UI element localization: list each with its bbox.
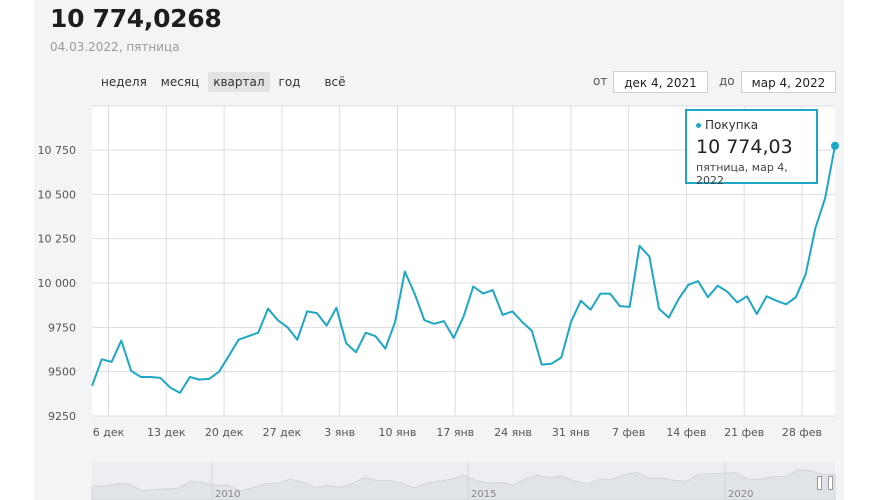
y-tick-label: 9250 bbox=[48, 410, 76, 423]
navigator-year-label: 2015 bbox=[471, 489, 496, 500]
x-tick-label: 28 фев bbox=[782, 426, 822, 439]
y-tick-label: 10 750 bbox=[38, 144, 77, 157]
y-tick-label: 9750 bbox=[48, 321, 76, 334]
x-tick-label: 10 янв bbox=[379, 426, 417, 439]
tooltip-value: 10 774,03 bbox=[696, 136, 793, 158]
y-tick-label: 9500 bbox=[48, 366, 76, 379]
series-last-point bbox=[831, 141, 839, 150]
x-tick-label: 14 фев bbox=[666, 426, 706, 439]
navigator-handle-left[interactable] bbox=[817, 476, 822, 490]
tooltip-date: пятница, мар 4, 2022 bbox=[696, 161, 788, 187]
x-tick-label: 17 янв bbox=[436, 426, 474, 439]
y-tick-label: 10 000 bbox=[38, 277, 77, 290]
tooltip: Покупка 10 774,03 пятница, мар 4, 2022 bbox=[685, 109, 818, 187]
navigator-handle-right[interactable] bbox=[828, 476, 833, 490]
x-tick-label: 31 янв bbox=[552, 426, 590, 439]
x-tick-label: 7 фев bbox=[612, 426, 645, 439]
x-tick-label: 24 янв bbox=[494, 426, 532, 439]
x-tick-label: 20 дек bbox=[205, 426, 244, 439]
tooltip-series: Покупка bbox=[705, 118, 759, 132]
navigator-year-label: 2020 bbox=[728, 489, 753, 500]
tooltip-series-dot bbox=[696, 122, 701, 128]
y-tick-label: 10 500 bbox=[38, 188, 77, 201]
price-chart: 9250 9500 9750 10 000 10 250 10 500 10 750 6 де… bbox=[38, 105, 839, 500]
x-tick-label: 6 дек bbox=[93, 426, 125, 439]
x-tick-label: 13 дек bbox=[147, 426, 186, 439]
x-tick-label: 27 дек bbox=[263, 426, 302, 439]
y-tick-label: 10 250 bbox=[38, 233, 77, 246]
x-tick-label: 21 фев bbox=[724, 426, 764, 439]
navigator-year-label: 2010 bbox=[215, 489, 240, 500]
x-tick-label: 3 янв bbox=[324, 426, 355, 439]
